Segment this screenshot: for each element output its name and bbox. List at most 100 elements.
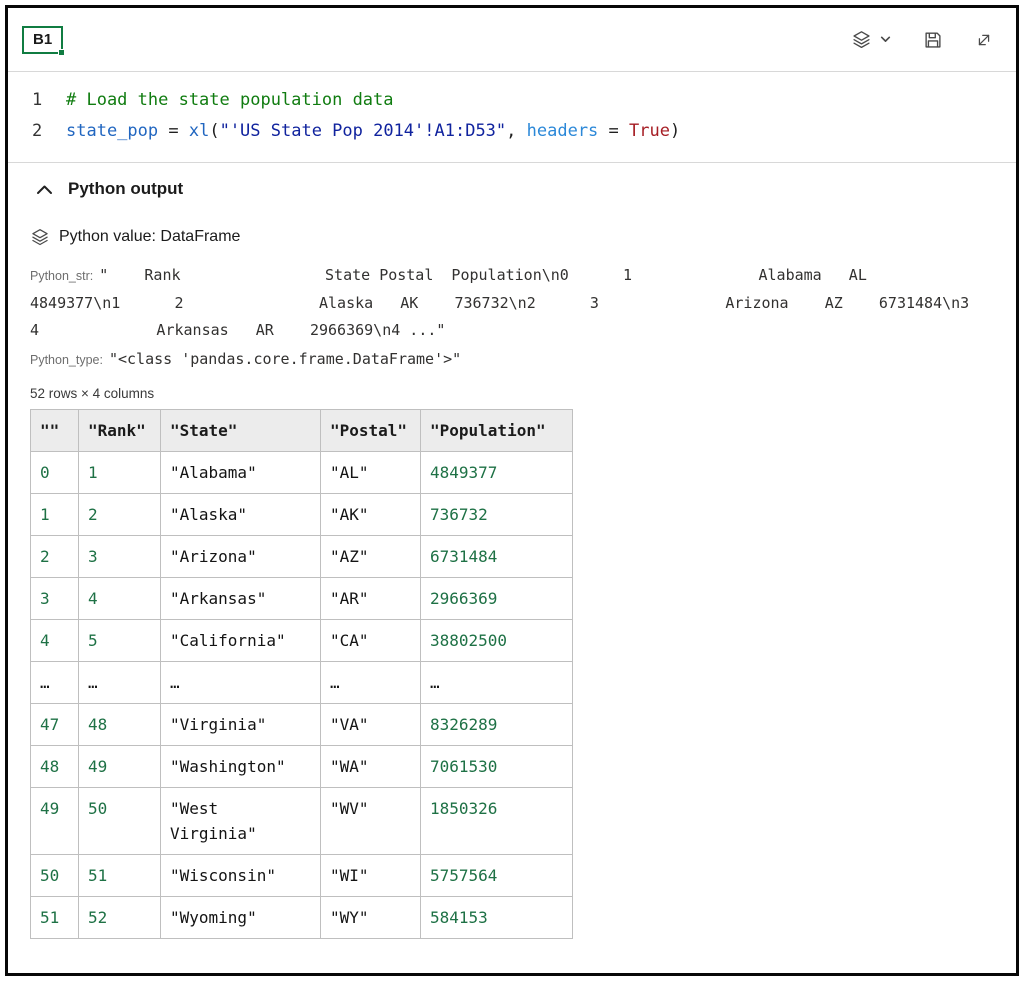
dataframe-table: """Rank""State""Postal""Population" 01"A… <box>30 409 573 939</box>
table-body: 01"Alabama""AL"484937712"Alaska""AK"7367… <box>31 452 573 939</box>
expand-editor-button[interactable] <box>974 30 994 50</box>
table-cell: 4 <box>79 578 161 620</box>
table-row: 4748"Virginia""VA"8326289 <box>31 704 573 746</box>
python-str-label: Python_str: <box>30 269 93 283</box>
table-cell: "Arkansas" <box>161 578 321 620</box>
table-cell: "Arizona" <box>161 536 321 578</box>
table-cell: "CA" <box>321 620 421 662</box>
python-cell-editor-panel: B1 <box>5 5 1019 976</box>
dataframe-layers-icon <box>30 227 50 247</box>
table-cell: 49 <box>79 746 161 788</box>
dataframe-dimensions: 52 rows × 4 columns <box>30 386 994 401</box>
table-row: 01"Alabama""AL"4849377 <box>31 452 573 494</box>
table-cell: "AL" <box>321 452 421 494</box>
cell-fill-handle <box>58 49 65 56</box>
column-header: "Rank" <box>79 410 161 452</box>
table-cell: 48 <box>31 746 79 788</box>
table-cell: 7061530 <box>421 746 573 788</box>
table-row: 4950"West Virginia""WV"1850326 <box>31 788 573 855</box>
python-output-title: Python output <box>68 179 183 199</box>
python-type-value: "<class 'pandas.core.frame.DataFrame'>" <box>109 350 461 368</box>
cell-reference-label: B1 <box>33 31 52 48</box>
table-cell: "AK" <box>321 494 421 536</box>
table-cell: … <box>421 662 573 704</box>
python-object-type-dropdown[interactable] <box>851 29 892 50</box>
python-str-preview: Python_str:" Rank State Postal Populatio… <box>30 262 994 344</box>
table-cell: 584153 <box>421 897 573 939</box>
table-row: 34"Arkansas""AR"2966369 <box>31 578 573 620</box>
python-type-label: Python_type: <box>30 353 103 367</box>
python-object-layers-icon <box>851 29 872 50</box>
table-row: 5051"Wisconsin""WI"5757564 <box>31 855 573 897</box>
column-header: "" <box>31 410 79 452</box>
table-row: …………… <box>31 662 573 704</box>
table-cell: 50 <box>31 855 79 897</box>
table-cell: 49 <box>31 788 79 855</box>
table-cell: 51 <box>79 855 161 897</box>
table-cell: "California" <box>161 620 321 662</box>
table-cell: "Alabama" <box>161 452 321 494</box>
python-value-label: Python value: DataFrame <box>59 228 240 246</box>
column-header: "Postal" <box>321 410 421 452</box>
code-line: 1# Load the state population data <box>8 85 1016 116</box>
table-cell: "Virginia" <box>161 704 321 746</box>
table-cell: "West Virginia" <box>161 788 321 855</box>
column-header: "State" <box>161 410 321 452</box>
line-number: 2 <box>8 116 66 147</box>
table-cell: 2 <box>31 536 79 578</box>
table-cell: "VA" <box>321 704 421 746</box>
table-cell: 48 <box>79 704 161 746</box>
table-row: 45"California""CA"38802500 <box>31 620 573 662</box>
table-cell: … <box>31 662 79 704</box>
python-value-row: Python value: DataFrame <box>30 227 994 247</box>
editor-topbar: B1 <box>8 8 1016 72</box>
table-cell: 52 <box>79 897 161 939</box>
table-cell: 51 <box>31 897 79 939</box>
table-cell: "Wisconsin" <box>161 855 321 897</box>
table-cell: 2966369 <box>421 578 573 620</box>
table-cell: "Washington" <box>161 746 321 788</box>
code-text: state_pop = xl("'US State Pop 2014'!A1:D… <box>66 116 680 147</box>
save-icon <box>922 29 944 51</box>
python-str-value: " Rank State Postal Population\n0 1 Alab… <box>30 266 1023 339</box>
table-cell: … <box>321 662 421 704</box>
table-cell: 5 <box>79 620 161 662</box>
chevron-down-icon <box>879 33 892 46</box>
table-cell: 4 <box>31 620 79 662</box>
table-cell: "AZ" <box>321 536 421 578</box>
table-cell: "WA" <box>321 746 421 788</box>
save-button[interactable] <box>922 29 944 51</box>
table-cell: "WI" <box>321 855 421 897</box>
table-cell: 1 <box>79 452 161 494</box>
table-cell: 4849377 <box>421 452 573 494</box>
code-editor[interactable]: 1# Load the state population data2state_… <box>8 72 1016 163</box>
table-row: 4849"Washington""WA"7061530 <box>31 746 573 788</box>
table-cell: "AR" <box>321 578 421 620</box>
python-type-line: Python_type: "<class 'pandas.core.frame.D… <box>30 346 994 374</box>
table-cell: 1850326 <box>421 788 573 855</box>
table-row: 12"Alaska""AK"736732 <box>31 494 573 536</box>
table-cell: 736732 <box>421 494 573 536</box>
table-cell: 50 <box>79 788 161 855</box>
chevron-up-icon <box>36 184 53 195</box>
table-cell: 38802500 <box>421 620 573 662</box>
code-text: # Load the state population data <box>66 85 394 116</box>
table-cell: 3 <box>31 578 79 620</box>
table-cell: 3 <box>79 536 161 578</box>
table-cell: 2 <box>79 494 161 536</box>
table-cell: "WY" <box>321 897 421 939</box>
table-cell: 47 <box>31 704 79 746</box>
python-output-header[interactable]: Python output <box>30 179 994 199</box>
table-cell: … <box>79 662 161 704</box>
column-header: "Population" <box>421 410 573 452</box>
table-cell: 6731484 <box>421 536 573 578</box>
expand-icon <box>974 30 994 50</box>
table-cell: "Alaska" <box>161 494 321 536</box>
table-header-row: """Rank""State""Postal""Population" <box>31 410 573 452</box>
code-line: 2state_pop = xl("'US State Pop 2014'!A1:… <box>8 116 1016 147</box>
table-cell: "Wyoming" <box>161 897 321 939</box>
cell-reference-box[interactable]: B1 <box>22 26 63 54</box>
table-cell: "WV" <box>321 788 421 855</box>
table-cell: 0 <box>31 452 79 494</box>
topbar-icons <box>851 29 994 51</box>
